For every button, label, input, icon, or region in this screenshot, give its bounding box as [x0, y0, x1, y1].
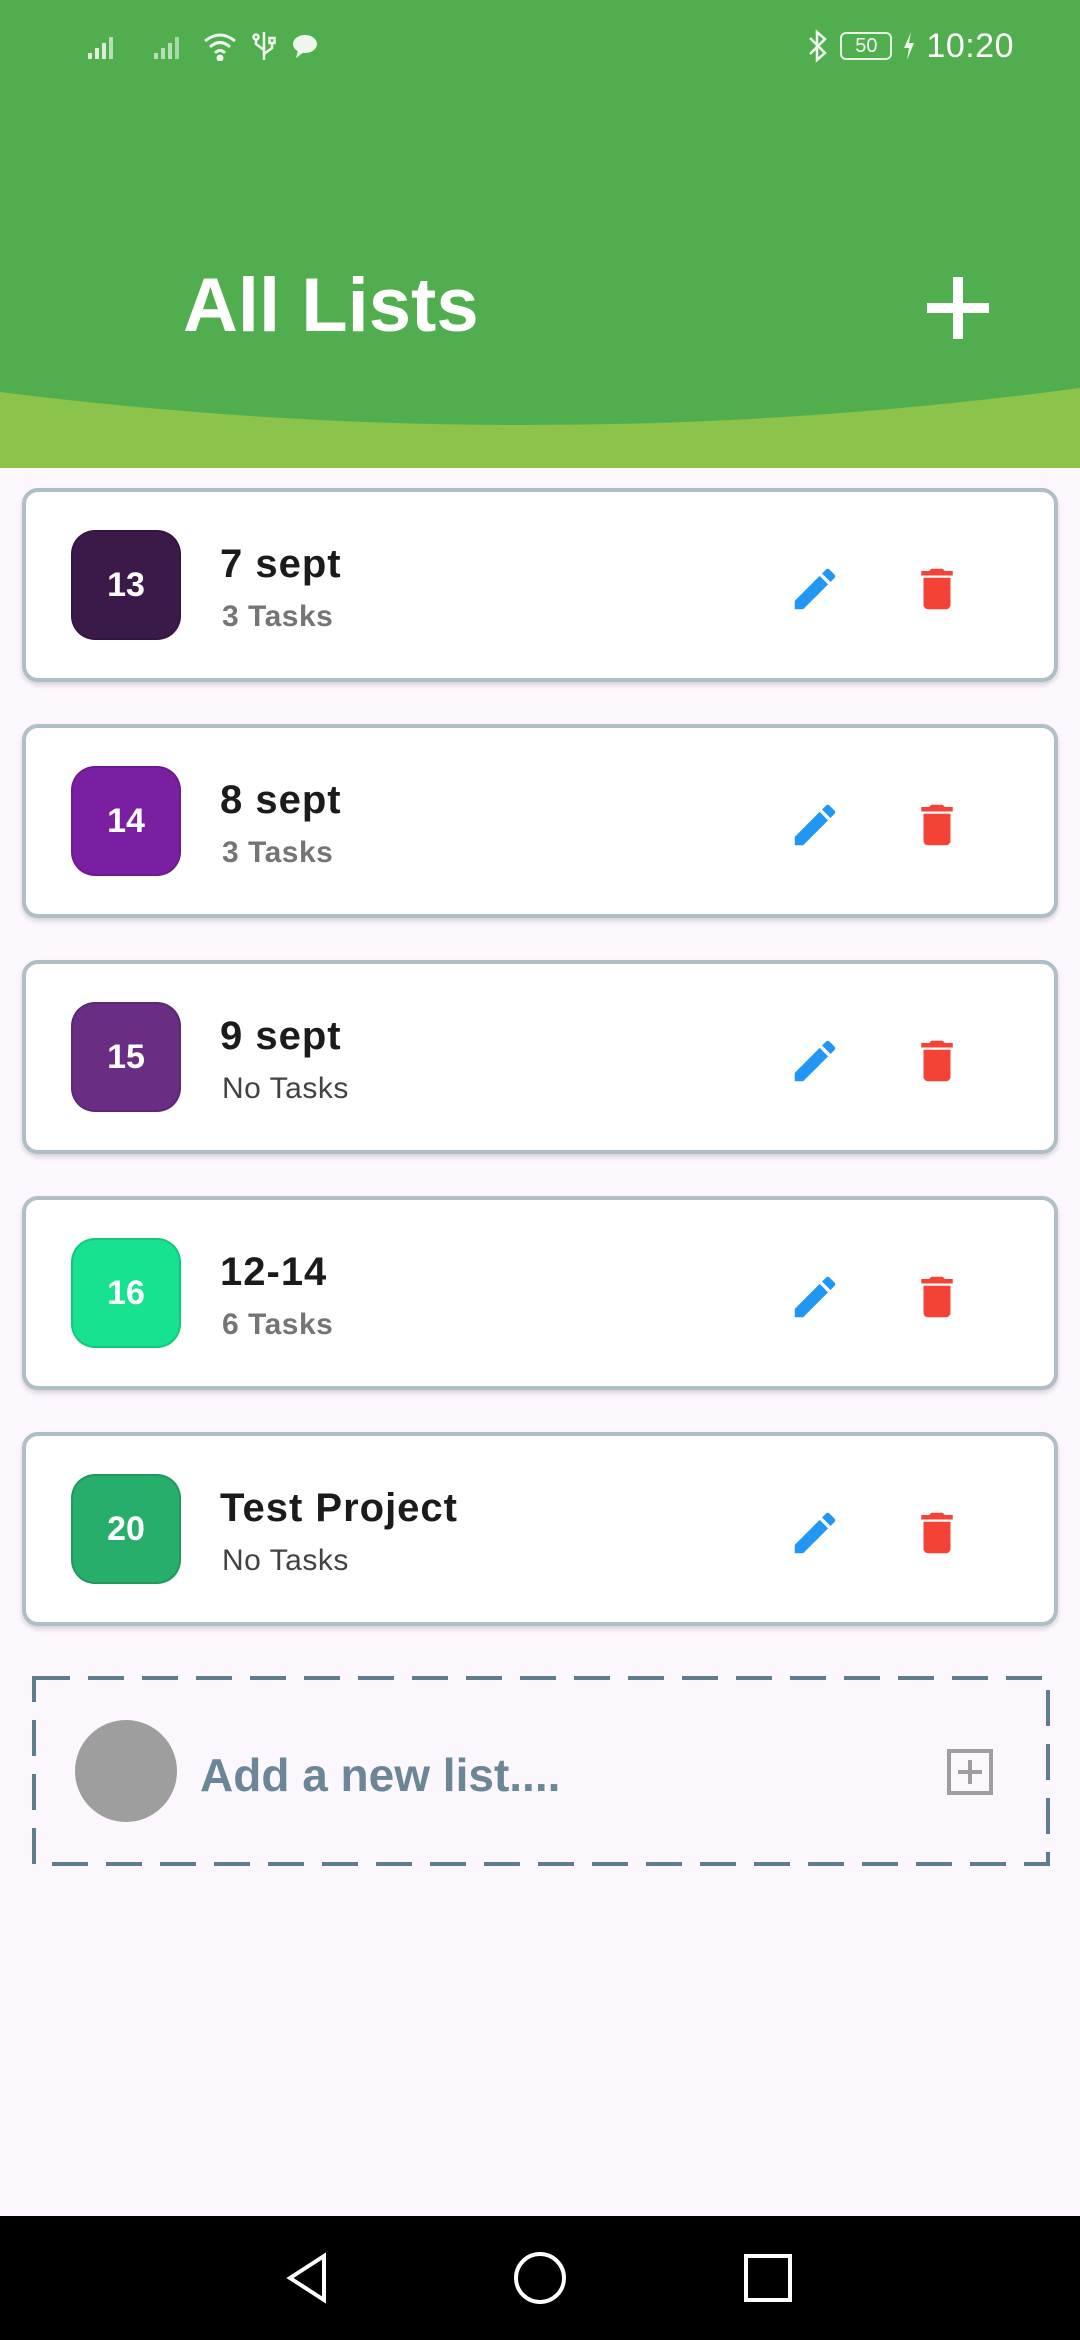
list-badge: 20: [71, 1474, 181, 1584]
delete-button[interactable]: [898, 550, 976, 628]
bluetooth-icon: [806, 29, 830, 63]
pencil-icon: [794, 1276, 836, 1318]
usb-icon: [252, 30, 276, 62]
edit-button[interactable]: [776, 1022, 854, 1100]
add-box-icon: [947, 1749, 993, 1795]
status-left: [86, 30, 320, 62]
status-right: 50 10:20: [806, 27, 1014, 66]
badge-number: 14: [107, 801, 145, 840]
avatar: [75, 1720, 177, 1822]
badge-number: 15: [107, 1037, 145, 1076]
edit-button[interactable]: [776, 1494, 854, 1572]
delete-button[interactable]: [898, 1494, 976, 1572]
pencil-icon: [794, 804, 836, 846]
plus-icon: [927, 277, 989, 339]
recents-button[interactable]: [728, 2238, 808, 2318]
list-badge: 15: [71, 1002, 181, 1112]
navigation-bar: [0, 2216, 1080, 2340]
delete-button[interactable]: [898, 1258, 976, 1336]
delete-button[interactable]: [898, 786, 976, 864]
list-subtitle: No Tasks: [222, 1072, 349, 1105]
list-title: 7 sept: [220, 542, 342, 586]
badge-number: 20: [107, 1509, 145, 1548]
list-card[interactable]: 13 7 sept 3 Tasks: [22, 488, 1058, 682]
add-square-button[interactable]: [944, 1746, 996, 1798]
list-subtitle: 3 Tasks: [222, 600, 334, 633]
app-header: 50 10:20 All Lists: [0, 0, 1080, 468]
battery-level: 50: [855, 34, 878, 57]
delete-button[interactable]: [898, 1022, 976, 1100]
list-card[interactable]: 16 12-14 6 Tasks: [22, 1196, 1058, 1390]
trash-icon: [921, 1276, 953, 1318]
home-button[interactable]: [500, 2238, 580, 2318]
status-time: 10:20: [926, 26, 1014, 65]
badge-number: 16: [107, 1273, 145, 1312]
list-card[interactable]: 20 Test Project No Tasks: [22, 1432, 1058, 1626]
charging-icon: [902, 31, 916, 61]
trash-icon: [921, 1512, 953, 1554]
add-new-list-label: Add a new list....: [200, 1749, 561, 1801]
list-card[interactable]: 14 8 sept 3 Tasks: [22, 724, 1058, 918]
list-badge: 13: [71, 530, 181, 640]
list-badge: 16: [71, 1238, 181, 1348]
pencil-icon: [794, 1512, 836, 1554]
page-title: All Lists: [183, 263, 479, 348]
list-title: 8 sept: [220, 778, 342, 822]
pencil-icon: [794, 568, 836, 610]
trash-icon: [921, 804, 953, 846]
signal-icon: [86, 31, 122, 61]
home-icon: [514, 2252, 566, 2304]
back-icon: [286, 2252, 326, 2304]
battery-icon: 50: [840, 32, 893, 60]
add-list-button[interactable]: [912, 262, 1004, 354]
list-subtitle: 6 Tasks: [222, 1308, 334, 1341]
wifi-icon: [202, 31, 238, 61]
status-bar: 50 10:20: [0, 0, 1080, 92]
list-card[interactable]: 15 9 sept No Tasks: [22, 960, 1058, 1154]
pencil-icon: [794, 1040, 836, 1082]
list-title: 12-14: [220, 1250, 328, 1294]
list-title: 9 sept: [220, 1014, 342, 1058]
trash-icon: [921, 1040, 953, 1082]
list-badge: 14: [71, 766, 181, 876]
edit-button[interactable]: [776, 1258, 854, 1336]
recents-icon: [744, 2254, 792, 2302]
chat-bubble-icon: [290, 31, 320, 61]
trash-icon: [921, 568, 953, 610]
badge-number: 13: [107, 565, 145, 604]
edit-button[interactable]: [776, 550, 854, 628]
list-subtitle: No Tasks: [222, 1544, 349, 1577]
back-button[interactable]: [268, 2238, 348, 2318]
list-subtitle: 3 Tasks: [222, 836, 334, 869]
signal-icon: [152, 31, 188, 61]
list-title: Test Project: [220, 1486, 458, 1530]
add-new-list[interactable]: Add a new list....: [32, 1676, 1050, 1866]
edit-button[interactable]: [776, 786, 854, 864]
